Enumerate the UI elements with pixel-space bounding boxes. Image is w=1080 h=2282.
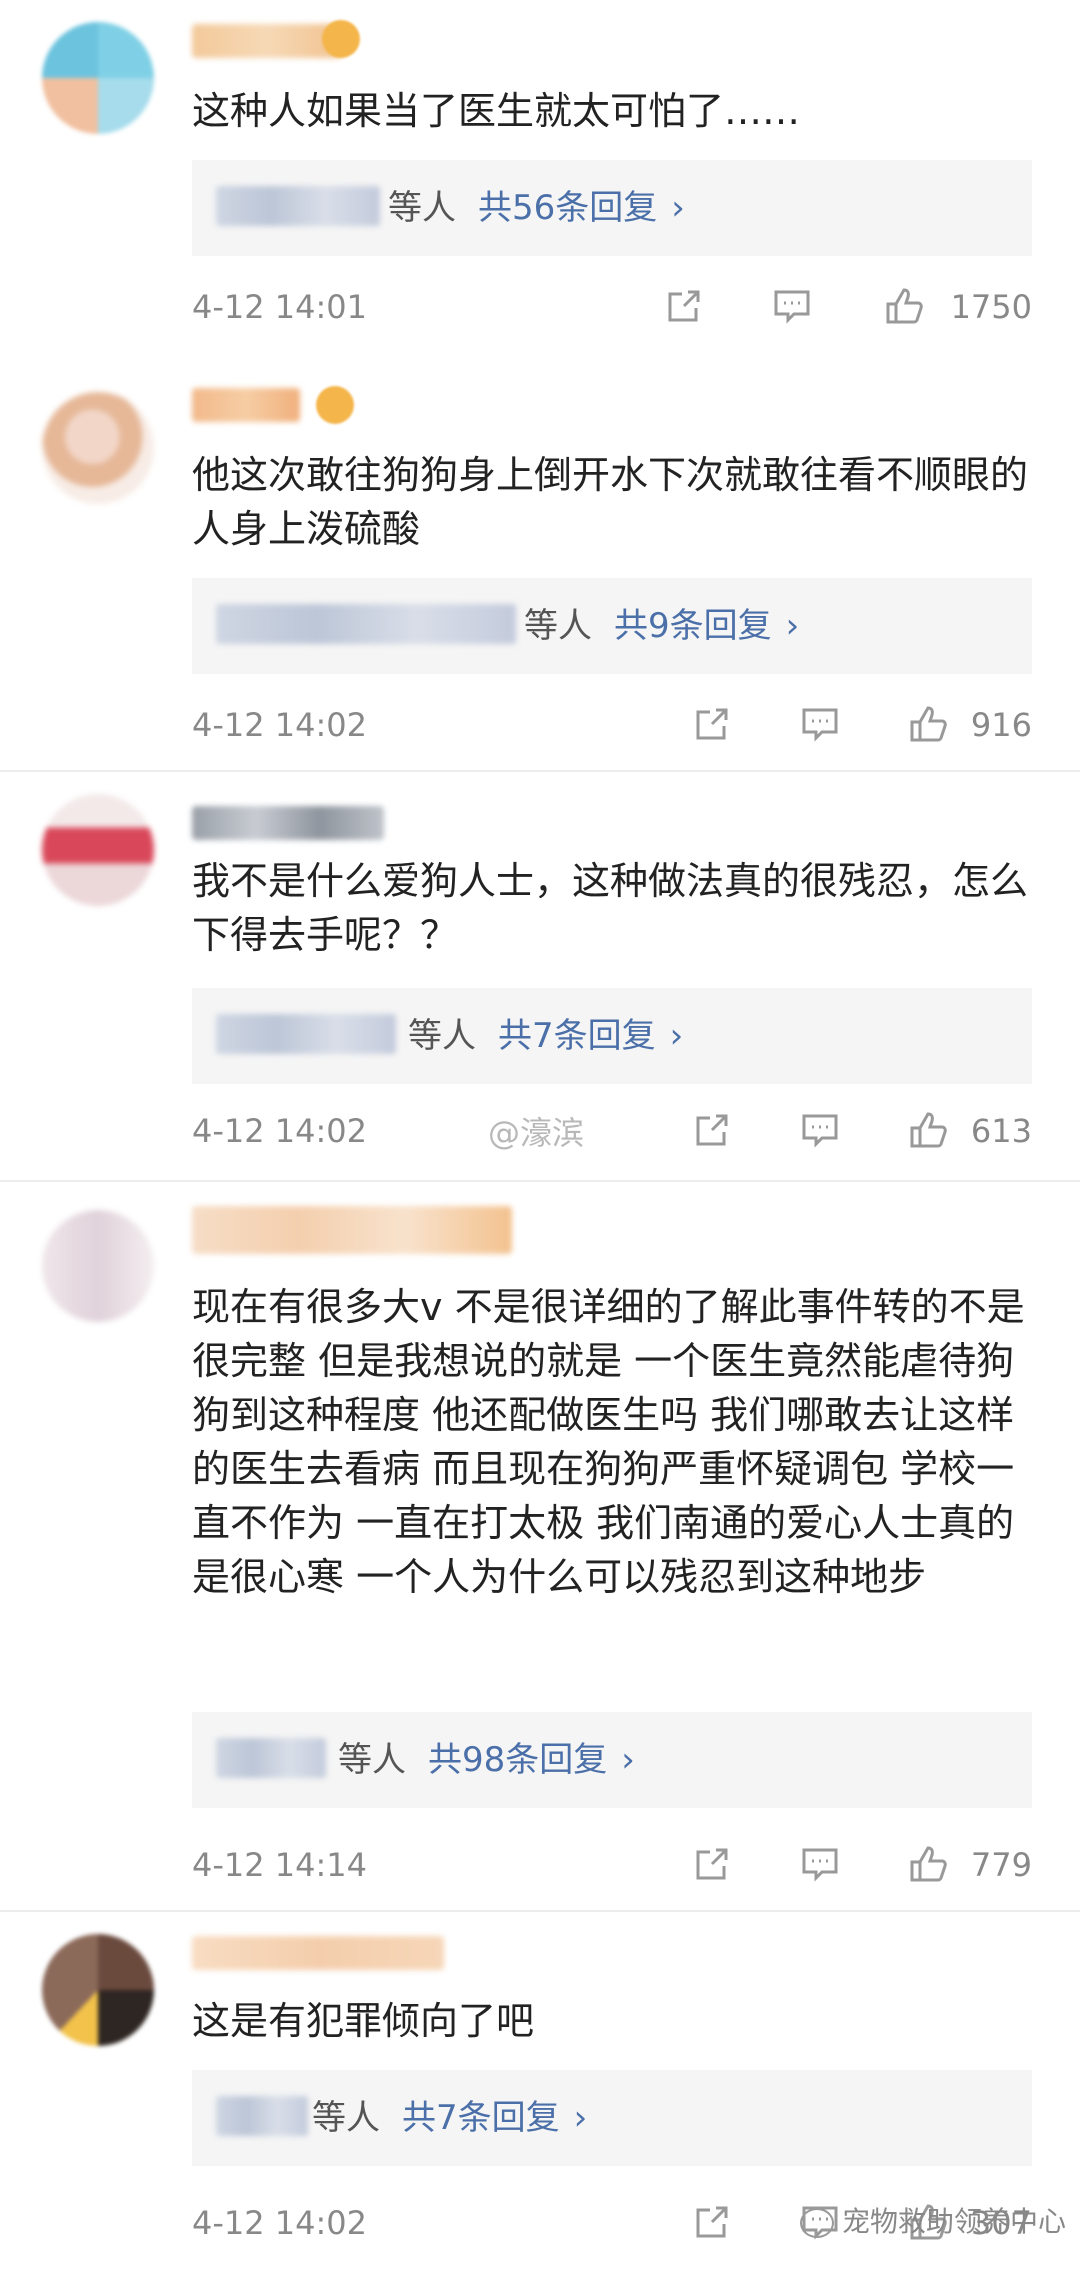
timestamp: 4-12 14:01: [192, 288, 368, 326]
comment-icon[interactable]: [798, 702, 842, 746]
reply-suffix: 等人: [312, 2098, 380, 2138]
timestamp: 4-12 14:02: [192, 1112, 368, 1150]
replies-box[interactable]: 等人 共9条回复 ›: [192, 578, 1032, 674]
like-count: 1750: [950, 288, 1032, 326]
reply-count-link[interactable]: 共7条回复: [498, 1016, 656, 1056]
username[interactable]: [192, 388, 300, 422]
share-icon[interactable]: [690, 1108, 734, 1152]
comment-meta: 4-12 14:14 779: [192, 1836, 1032, 1896]
replies-box[interactable]: 等人 共7条回复 ›: [192, 988, 1032, 1084]
avatar[interactable]: [42, 1934, 154, 2046]
comment-item: 他这次敢往狗狗身上倒开水下次就敢往看不顺眼的人身上泼硫酸 等人 共9条回复 › 4-…: [0, 360, 1080, 770]
comment-icon[interactable]: [798, 1842, 842, 1886]
verified-badge-icon: [322, 20, 360, 58]
username[interactable]: [192, 24, 342, 58]
avatar[interactable]: [42, 1210, 154, 1322]
comment-text: 我不是什么爱狗人士，这种做法真的很残忍，怎么下得去手呢？？: [192, 859, 1029, 957]
username[interactable]: [192, 806, 384, 840]
thumbs-up-icon[interactable]: [906, 1108, 950, 1152]
share-icon[interactable]: [690, 1842, 734, 1886]
share-icon[interactable]: [662, 284, 706, 328]
thumbs-up-icon[interactable]: [906, 1842, 950, 1886]
timestamp: 4-12 14:14: [192, 1846, 368, 1884]
share-icon[interactable]: [690, 2200, 734, 2244]
username[interactable]: [192, 1206, 512, 1254]
like-count: 779: [970, 1846, 1032, 1884]
timestamp: 4-12 14:02: [192, 706, 368, 744]
wechat-icon: [800, 2208, 834, 2238]
like-count: 916: [970, 706, 1032, 744]
comment-meta: 4-12 14:01 1750: [192, 278, 1032, 338]
comment-meta: 4-12 14:02 613: [192, 1102, 1032, 1162]
reply-users: [216, 186, 380, 226]
reply-label: 等人 共98条回复 ›: [338, 1736, 635, 1784]
reply-count-link[interactable]: 共9条回复: [614, 606, 772, 646]
comment-text: 这种人如果当了医生就太可怕了……: [192, 89, 801, 133]
reply-label: 等人 共7条回复 ›: [408, 1012, 683, 1060]
replies-box[interactable]: 等人 共56条回复 ›: [192, 160, 1032, 256]
thumbs-up-icon[interactable]: [906, 702, 950, 746]
reply-label: 等人 共9条回复 ›: [524, 602, 799, 650]
chevron-right-icon: ›: [785, 606, 800, 646]
replies-box[interactable]: 等人 共98条回复 ›: [192, 1712, 1032, 1808]
reply-suffix: 等人: [408, 1016, 476, 1056]
reply-suffix: 等人: [524, 606, 592, 646]
comment-item: 现在有很多大v 不是很详细的了解此事件转的不是很完整 但是我想说的就是 一个医生…: [0, 1180, 1080, 1912]
share-icon[interactable]: [690, 702, 734, 746]
comment-icon[interactable]: [770, 284, 814, 328]
reply-label: 等人 共7条回复 ›: [312, 2094, 587, 2142]
comment-text: 他这次敢往狗狗身上倒开水下次就敢往看不顺眼的人身上泼硫酸: [192, 453, 1029, 551]
avatar[interactable]: [42, 794, 154, 906]
reply-suffix: 等人: [338, 1740, 406, 1780]
like-count: 613: [970, 1112, 1032, 1150]
reply-users: [216, 604, 516, 644]
watermark-text: 宠物救助领养中心: [842, 2205, 1067, 2238]
timestamp: 4-12 14:02: [192, 2204, 368, 2242]
reply-users: [216, 1738, 326, 1778]
reply-suffix: 等人: [388, 188, 456, 228]
comment-text: 现在有很多大v 不是很详细的了解此事件转的不是很完整 但是我想说的就是 一个医生…: [192, 1285, 1025, 1599]
chevron-right-icon: ›: [621, 1740, 635, 1780]
thumbs-up-icon[interactable]: [882, 284, 926, 328]
watermark: @濠滨: [488, 1114, 585, 1152]
reply-users: [216, 1014, 396, 1054]
comment-icon[interactable]: [798, 1108, 842, 1152]
comment-item: 这种人如果当了医生就太可怕了…… 等人 共56条回复 › 4-12 14:01 17…: [0, 0, 1080, 360]
comment-meta: 4-12 14:02 916: [192, 696, 1032, 756]
reply-count-link[interactable]: 共56条回复: [478, 188, 657, 228]
avatar[interactable]: [42, 392, 154, 504]
chevron-right-icon: ›: [671, 188, 685, 228]
username[interactable]: [192, 1936, 444, 1970]
chevron-right-icon: ›: [573, 2098, 588, 2138]
comment-text: 这是有犯罪倾向了吧: [192, 1999, 535, 2043]
avatar[interactable]: [42, 22, 154, 134]
reply-label: 等人 共56条回复 ›: [388, 184, 685, 232]
verified-badge-icon: [316, 386, 354, 424]
replies-box[interactable]: 等人 共7条回复 ›: [192, 2070, 1032, 2166]
reply-users: [216, 2096, 308, 2136]
corner-watermark: 宠物救助领养中心: [800, 2200, 1066, 2240]
chevron-right-icon: ›: [669, 1016, 684, 1056]
reply-count-link[interactable]: 共98条回复: [428, 1740, 607, 1780]
reply-count-link[interactable]: 共7条回复: [402, 2098, 560, 2138]
